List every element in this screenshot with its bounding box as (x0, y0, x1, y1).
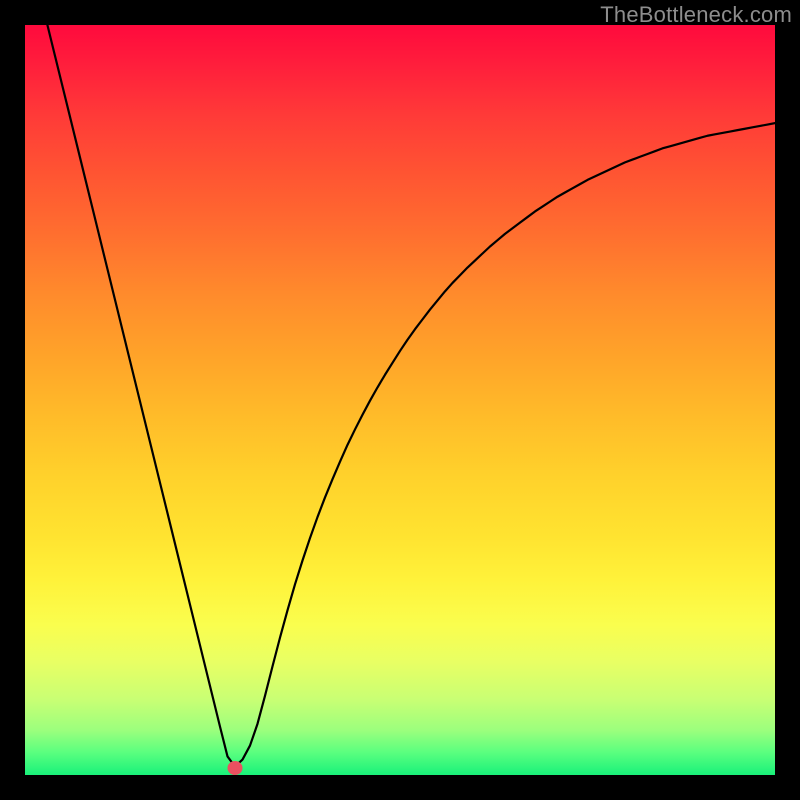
curve-svg (25, 25, 775, 775)
chart-frame: TheBottleneck.com (0, 0, 800, 800)
plot-area (25, 25, 775, 775)
bottleneck-curve (47, 25, 775, 767)
watermark-text: TheBottleneck.com (600, 2, 792, 28)
curve-minimum-marker (228, 761, 243, 775)
